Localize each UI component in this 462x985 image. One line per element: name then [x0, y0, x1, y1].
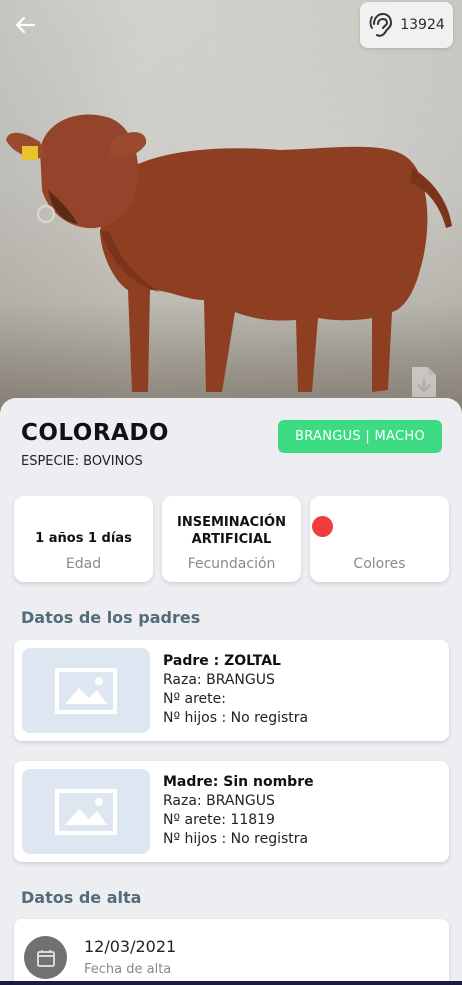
- calendar-badge: [24, 936, 67, 979]
- father-info: Padre : ZOLTAL Raza: BRANGUS Nº arete: N…: [163, 652, 308, 728]
- age-value: 1 años 1 días: [35, 531, 132, 546]
- age-card: 1 años 1 días Edad: [14, 496, 153, 582]
- father-children: Nº hijos : No registra: [163, 710, 309, 726]
- father-name: Padre : ZOLTAL: [163, 653, 281, 669]
- animal-photo: [0, 0, 462, 420]
- mother-photo-placeholder: [22, 769, 150, 854]
- age-label: Edad: [65, 556, 102, 572]
- mother-tag: Nº arete: 11819: [163, 812, 275, 828]
- colors-card: Colores: [310, 496, 449, 582]
- calendar-icon: [36, 949, 55, 967]
- bottom-edge: [0, 981, 462, 985]
- file-download-icon: [412, 367, 436, 397]
- mother-card[interactable]: Madre: Sin nombre Raza: BRANGUS Nº arete…: [14, 761, 449, 862]
- alta-section-title: Datos de alta: [21, 888, 142, 907]
- mother-children: Nº hijos : No registra: [163, 831, 309, 847]
- color-swatch: [312, 516, 333, 537]
- alta-date: 12/03/2021: [84, 937, 177, 956]
- breed-sex-badge: BRANGUS | MACHO: [278, 420, 442, 453]
- mother-name: Madre: Sin nombre: [163, 774, 314, 790]
- fecundation-value: INSEMINACIÓN ARTIFICIAL: [177, 515, 286, 547]
- alta-card: 12/03/2021 Fecha de alta: [14, 919, 449, 985]
- father-breed: Raza: BRANGUS: [163, 672, 275, 688]
- ear-tag-number: 13924: [400, 17, 445, 33]
- animal-species: ESPECIE: BOVINOS: [21, 454, 143, 469]
- image-placeholder-icon: [55, 667, 117, 714]
- animal-name: COLORADO: [21, 420, 169, 446]
- mother-breed: Raza: BRANGUS: [163, 793, 275, 809]
- alta-label: Fecha de alta: [84, 962, 172, 977]
- ear-tag-chip[interactable]: 13924: [360, 2, 453, 48]
- mother-info: Madre: Sin nombre Raza: BRANGUS Nº arete…: [163, 773, 314, 849]
- back-button[interactable]: [10, 10, 40, 40]
- father-tag: Nº arete:: [163, 691, 226, 707]
- fecundation-card: INSEMINACIÓN ARTIFICIAL Fecundación: [162, 496, 301, 582]
- father-photo-placeholder: [22, 648, 150, 733]
- download-photo-button[interactable]: [408, 365, 440, 399]
- fecundation-label: Fecundación: [187, 556, 276, 572]
- ear-icon: [369, 12, 393, 37]
- parents-section-title: Datos de los padres: [21, 608, 201, 627]
- father-card[interactable]: Padre : ZOLTAL Raza: BRANGUS Nº arete: N…: [14, 640, 449, 741]
- arrow-left-icon: [15, 16, 36, 34]
- colors-label: Colores: [353, 556, 406, 572]
- cow-illustration: [6, 114, 452, 392]
- image-placeholder-icon: [55, 788, 117, 835]
